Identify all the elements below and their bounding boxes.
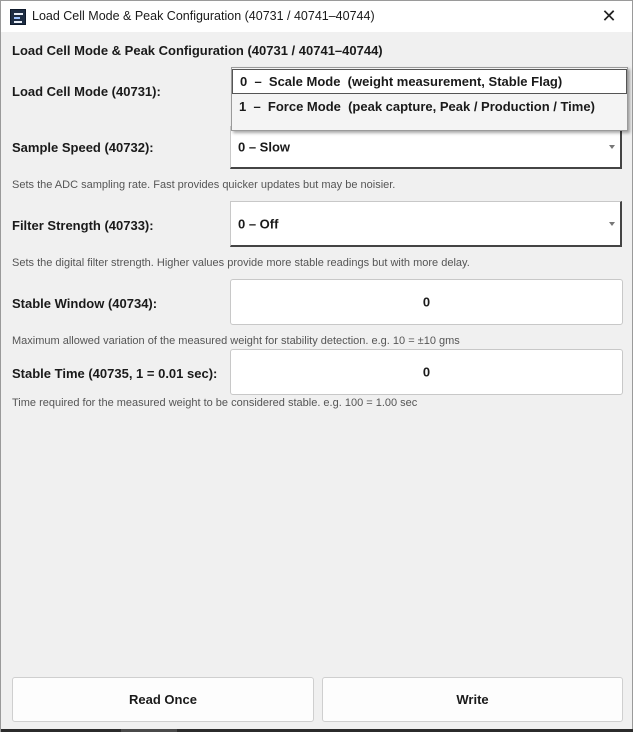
chevron-down-icon [609,221,615,226]
page-title: Load Cell Mode & Peak Configuration (407… [12,43,383,58]
stable-window-value: 0 [422,294,431,310]
stable-window-input[interactable]: 0 [230,279,623,325]
close-icon[interactable]: ✕ [586,1,632,32]
stable-time-help: Time required for the measured weight to… [12,397,418,409]
stable-window-label: Stable Window (40734): [12,296,158,311]
load-cell-mode-option[interactable]: 0 – Scale Mode (weight measurement, Stab… [232,69,627,94]
filter-strength-value: 0 – Off [238,216,279,231]
filter-strength-select[interactable]: 0 – Off [230,201,622,247]
write-button[interactable]: Write [322,677,623,722]
sample-speed-value: 0 – Slow [238,139,291,155]
chevron-down-icon [609,145,615,149]
stable-time-value: 0 [422,364,431,380]
load-cell-mode-label: Load Cell Mode (40731): [12,84,161,99]
stable-window-help: Maximum allowed variation of the measure… [12,335,460,347]
window-title: Load Cell Mode & Peak Configuration (407… [32,9,375,23]
filter-strength-help: Sets the digital filter strength. Higher… [12,257,470,269]
read-once-button[interactable]: Read Once [12,677,314,722]
filter-strength-label: Filter Strength (40733): [12,218,154,233]
sample-speed-label: Sample Speed (40732): [12,140,154,155]
sample-speed-select[interactable]: 0 – Slow [230,126,622,169]
stable-time-label: Stable Time (40735, 1 = 0.01 sec): [12,366,218,381]
stable-time-input[interactable]: 0 [230,349,623,395]
config-window: Load Cell Mode & Peak Configuration (407… [0,0,633,732]
app-icon [10,9,26,25]
sample-speed-help: Sets the ADC sampling rate. Fast provide… [12,179,396,191]
load-cell-mode-dropdown[interactable]: 0 – Scale Mode (weight measurement, Stab… [231,67,628,131]
load-cell-mode-option[interactable]: 1 – Force Mode (peak capture, Peak / Pro… [232,94,627,119]
title-bar[interactable]: Load Cell Mode & Peak Configuration (407… [1,1,632,32]
